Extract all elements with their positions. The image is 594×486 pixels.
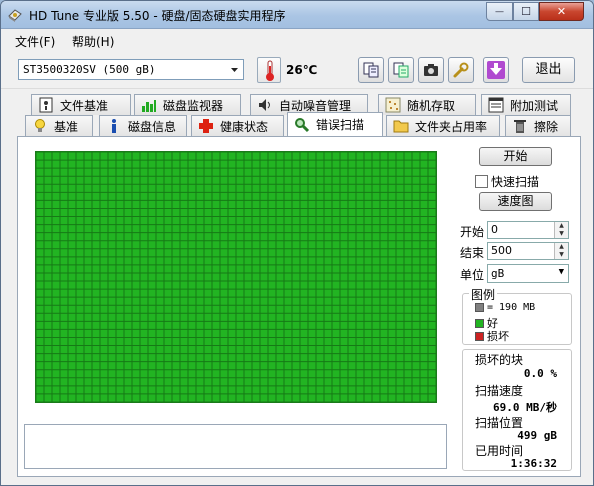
file-benchmark-icon <box>38 97 54 113</box>
legend-title: 图例 <box>469 286 498 303</box>
legend-swatch-block <box>475 303 484 312</box>
random-access-icon <box>385 97 401 113</box>
legend-damaged-text: 损坏 <box>487 330 509 343</box>
copy-info-icon <box>393 62 409 78</box>
tab-label: 基准 <box>54 119 79 134</box>
quick-scan-checkbox[interactable] <box>475 175 488 188</box>
tab-label: 文件基准 <box>60 98 109 113</box>
lightbulb-icon <box>32 118 48 134</box>
drive-select-value: ST3500320SV (500 gB) <box>23 63 156 76</box>
start-spinbox[interactable]: 0 ▲ ▼ <box>487 221 569 239</box>
scan-speed-label: 扫描速度 <box>475 384 524 398</box>
end-value: 500 <box>491 244 512 257</box>
tab-label: 错误扫描 <box>316 118 365 132</box>
close-button[interactable]: ✕ <box>539 2 584 21</box>
legend-swatch-good <box>475 318 484 328</box>
copy-icon <box>363 62 379 78</box>
start-label: 开始 <box>460 225 485 239</box>
copy-info-button[interactable] <box>388 57 414 83</box>
options-wrench-icon <box>453 62 469 78</box>
log-box[interactable] <box>24 424 447 469</box>
trash-icon <box>512 118 528 134</box>
end-label: 结束 <box>460 246 485 260</box>
exit-button[interactable]: 退出 <box>522 57 575 83</box>
tab-folder-usage[interactable]: 文件夹占用率 <box>386 115 500 136</box>
minimize-button[interactable]: — <box>486 2 513 21</box>
tab-benchmark[interactable]: 基准 <box>25 115 93 136</box>
quick-scan-option[interactable]: 快速扫描 <box>475 173 539 190</box>
end-spinbox[interactable]: 500 ▲ ▼ <box>487 242 569 260</box>
legend-damaged: 损坏 <box>475 328 509 344</box>
download-icon <box>487 61 505 79</box>
health-cross-icon <box>198 118 214 134</box>
tab-health[interactable]: 健康状态 <box>191 115 284 136</box>
tab-label: 磁盘信息 <box>128 119 177 134</box>
options-button[interactable] <box>448 57 474 83</box>
extra-tests-icon <box>488 97 504 113</box>
tab-label: 擦除 <box>534 119 559 134</box>
thermometer-icon <box>257 57 281 83</box>
speaker-icon <box>257 97 273 113</box>
tab-random-access[interactable]: 随机存取 <box>378 94 476 115</box>
unit-select[interactable]: gB ▼ <box>487 264 569 283</box>
tab-label: 随机存取 <box>407 98 456 113</box>
block-map <box>35 151 437 403</box>
download-button[interactable] <box>483 57 509 83</box>
spin-arrows-icon[interactable]: ▲ ▼ <box>554 222 568 238</box>
tab-label: 文件夹占用率 <box>415 119 488 134</box>
disk-monitor-icon <box>141 97 157 113</box>
window-title: HD Tune 专业版 5.50 - 硬盘/固态硬盘实用程序 <box>29 9 286 23</box>
maximize-button[interactable]: ☐ <box>513 2 539 21</box>
spin-arrows-icon[interactable]: ▲ ▼ <box>554 243 568 259</box>
tab-erase[interactable]: 擦除 <box>505 115 571 136</box>
unit-value: gB <box>491 267 505 280</box>
tab-file-benchmark[interactable]: 文件基准 <box>31 94 131 115</box>
legend-block-size: = 190 MB <box>475 302 535 313</box>
scan-position-value: 499 gB <box>517 429 557 442</box>
chevron-down-icon: ▼ <box>558 267 564 277</box>
chevron-down-icon <box>231 68 238 72</box>
damaged-blocks-label: 损坏的块 <box>475 353 524 367</box>
tab-label: 磁盘监视器 <box>163 98 224 113</box>
quick-scan-label: 快速扫描 <box>491 175 540 189</box>
tab-error-scan[interactable]: 错误扫描 <box>287 112 383 136</box>
tab-label: 健康状态 <box>220 119 269 134</box>
folder-icon <box>393 118 409 134</box>
tab-disk-info[interactable]: 磁盘信息 <box>99 115 187 136</box>
close-icon: ✕ <box>556 5 567 18</box>
menu-help[interactable]: 帮助(H) <box>72 33 114 50</box>
start-value: 0 <box>491 223 498 236</box>
scan-speed-value: 69.0 MB/秒 <box>493 401 557 414</box>
damaged-blocks-value: 0.0 % <box>523 367 557 380</box>
title-bar[interactable]: HD Tune 专业版 5.50 - 硬盘/固态硬盘实用程序 — ☐ ✕ <box>1 1 593 29</box>
minimize-icon: — <box>495 6 504 17</box>
legend-swatch-damaged <box>475 331 484 341</box>
tab-extra-tests[interactable]: 附加测试 <box>481 94 571 115</box>
maximize-icon: ☐ <box>521 5 531 18</box>
app-icon <box>8 9 22 22</box>
tab-label: 附加测试 <box>510 98 559 113</box>
app-window: HD Tune 专业版 5.50 - 硬盘/固态硬盘实用程序 — ☐ ✕ 文件(… <box>0 0 594 486</box>
speed-map-button[interactable]: 速度图 <box>479 192 552 211</box>
block-grid <box>36 152 436 402</box>
magnifier-icon <box>294 117 310 133</box>
elapsed-value: 1:36:32 <box>510 457 557 470</box>
copy-button[interactable] <box>358 57 384 83</box>
screenshot-button[interactable] <box>418 57 444 83</box>
menu-bar: 文件(F) 帮助(H) <box>1 29 593 51</box>
unit-label: 单位 <box>460 268 485 282</box>
menu-file[interactable]: 文件(F) <box>15 33 55 50</box>
scan-position-label: 扫描位置 <box>475 416 524 430</box>
info-icon <box>106 118 122 134</box>
screenshot-camera-icon <box>424 64 438 76</box>
temperature-readout: 26℃ <box>286 63 318 77</box>
start-scan-button[interactable]: 开始 <box>479 147 552 166</box>
legend-block-size-text: = 190 MB <box>487 302 536 313</box>
drive-select[interactable]: ST3500320SV (500 gB) <box>18 59 244 80</box>
tab-label: 自动噪音管理 <box>279 98 352 113</box>
tab-disk-monitor[interactable]: 磁盘监视器 <box>134 94 241 115</box>
